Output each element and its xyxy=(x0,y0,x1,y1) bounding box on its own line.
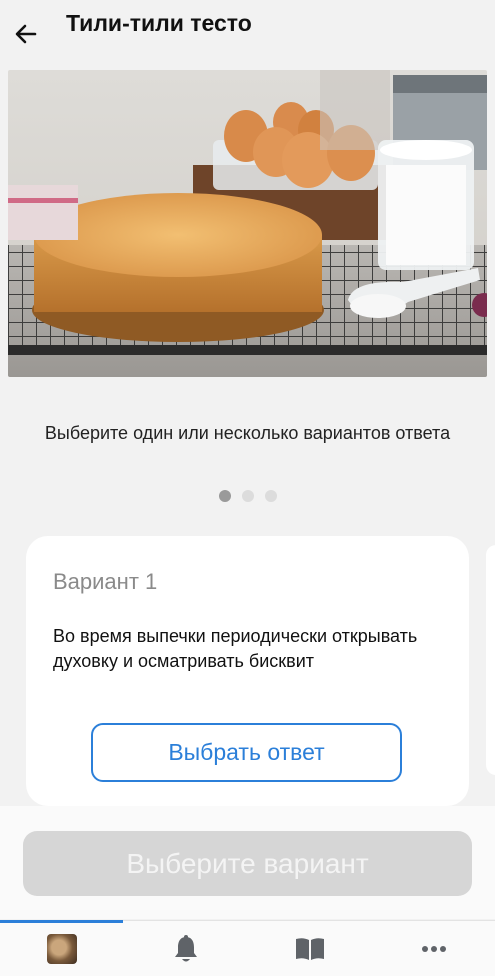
pager-dot-3[interactable] xyxy=(264,490,277,502)
variant-title: Вариант 1 xyxy=(53,569,158,594)
choose-answer-button[interactable]: Выбрать ответ xyxy=(91,723,402,782)
answer-card: Вариант 1 Во время выпечки периодически … xyxy=(26,536,469,806)
pager-dot-2[interactable] xyxy=(241,490,254,502)
tab-library[interactable] xyxy=(248,921,371,976)
tab-more[interactable] xyxy=(372,921,495,976)
next-card-peek[interactable] xyxy=(486,545,495,775)
submit-button[interactable]: Выберите вариант xyxy=(23,831,472,896)
tab-bar xyxy=(0,920,495,976)
book-icon xyxy=(295,937,324,960)
more-icon xyxy=(421,945,446,952)
pager-dots xyxy=(0,490,495,502)
back-button[interactable] xyxy=(10,18,42,50)
arrow-left-icon xyxy=(15,24,37,44)
pager-dot-1[interactable] xyxy=(218,490,231,502)
tab-profile[interactable] xyxy=(0,921,123,976)
question-text: Выберите один или несколько вариантов от… xyxy=(44,423,451,443)
bell-icon xyxy=(174,934,197,961)
page-title: Тили-тили тесто xyxy=(66,10,252,36)
variant-text: Во время выпечки периодически открывать … xyxy=(53,626,418,671)
sponge-cake-photo xyxy=(8,70,487,377)
avatar-icon xyxy=(46,933,77,964)
app-header: Тили-тили тесто xyxy=(0,0,495,70)
tab-notifications[interactable] xyxy=(124,921,247,976)
